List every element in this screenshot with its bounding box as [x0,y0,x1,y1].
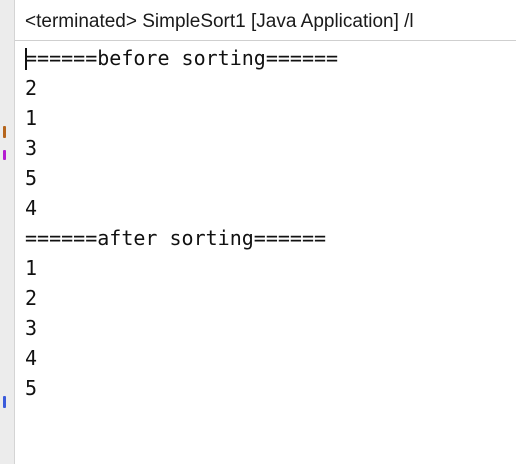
console-line: 2 [25,286,38,310]
page: <terminated> SimpleSort1 [Java Applicati… [0,0,516,464]
console-line: 1 [25,256,38,280]
console-line: 5 [25,376,38,400]
gutter-marker [3,126,6,138]
console-header: <terminated> SimpleSort1 [Java Applicati… [15,0,516,41]
console-line: 3 [25,136,38,160]
console-line: 4 [25,346,38,370]
console-line: 1 [25,106,38,130]
console-line: ======before sorting====== [25,46,339,70]
console-title: <terminated> SimpleSort1 [Java Applicati… [25,11,414,32]
console-line: 2 [25,76,38,100]
text-cursor [25,48,27,70]
console-line: 4 [25,196,38,220]
console-output[interactable]: ======before sorting====== 2 1 3 5 4 ===… [25,43,515,403]
gutter-marker [3,396,6,408]
console-view: <terminated> SimpleSort1 [Java Applicati… [14,0,516,464]
gutter-marker [3,150,6,160]
left-gutter [0,0,14,464]
console-line: ======after sorting====== [25,226,327,250]
console-line: 5 [25,166,38,190]
console-line: 3 [25,316,38,340]
